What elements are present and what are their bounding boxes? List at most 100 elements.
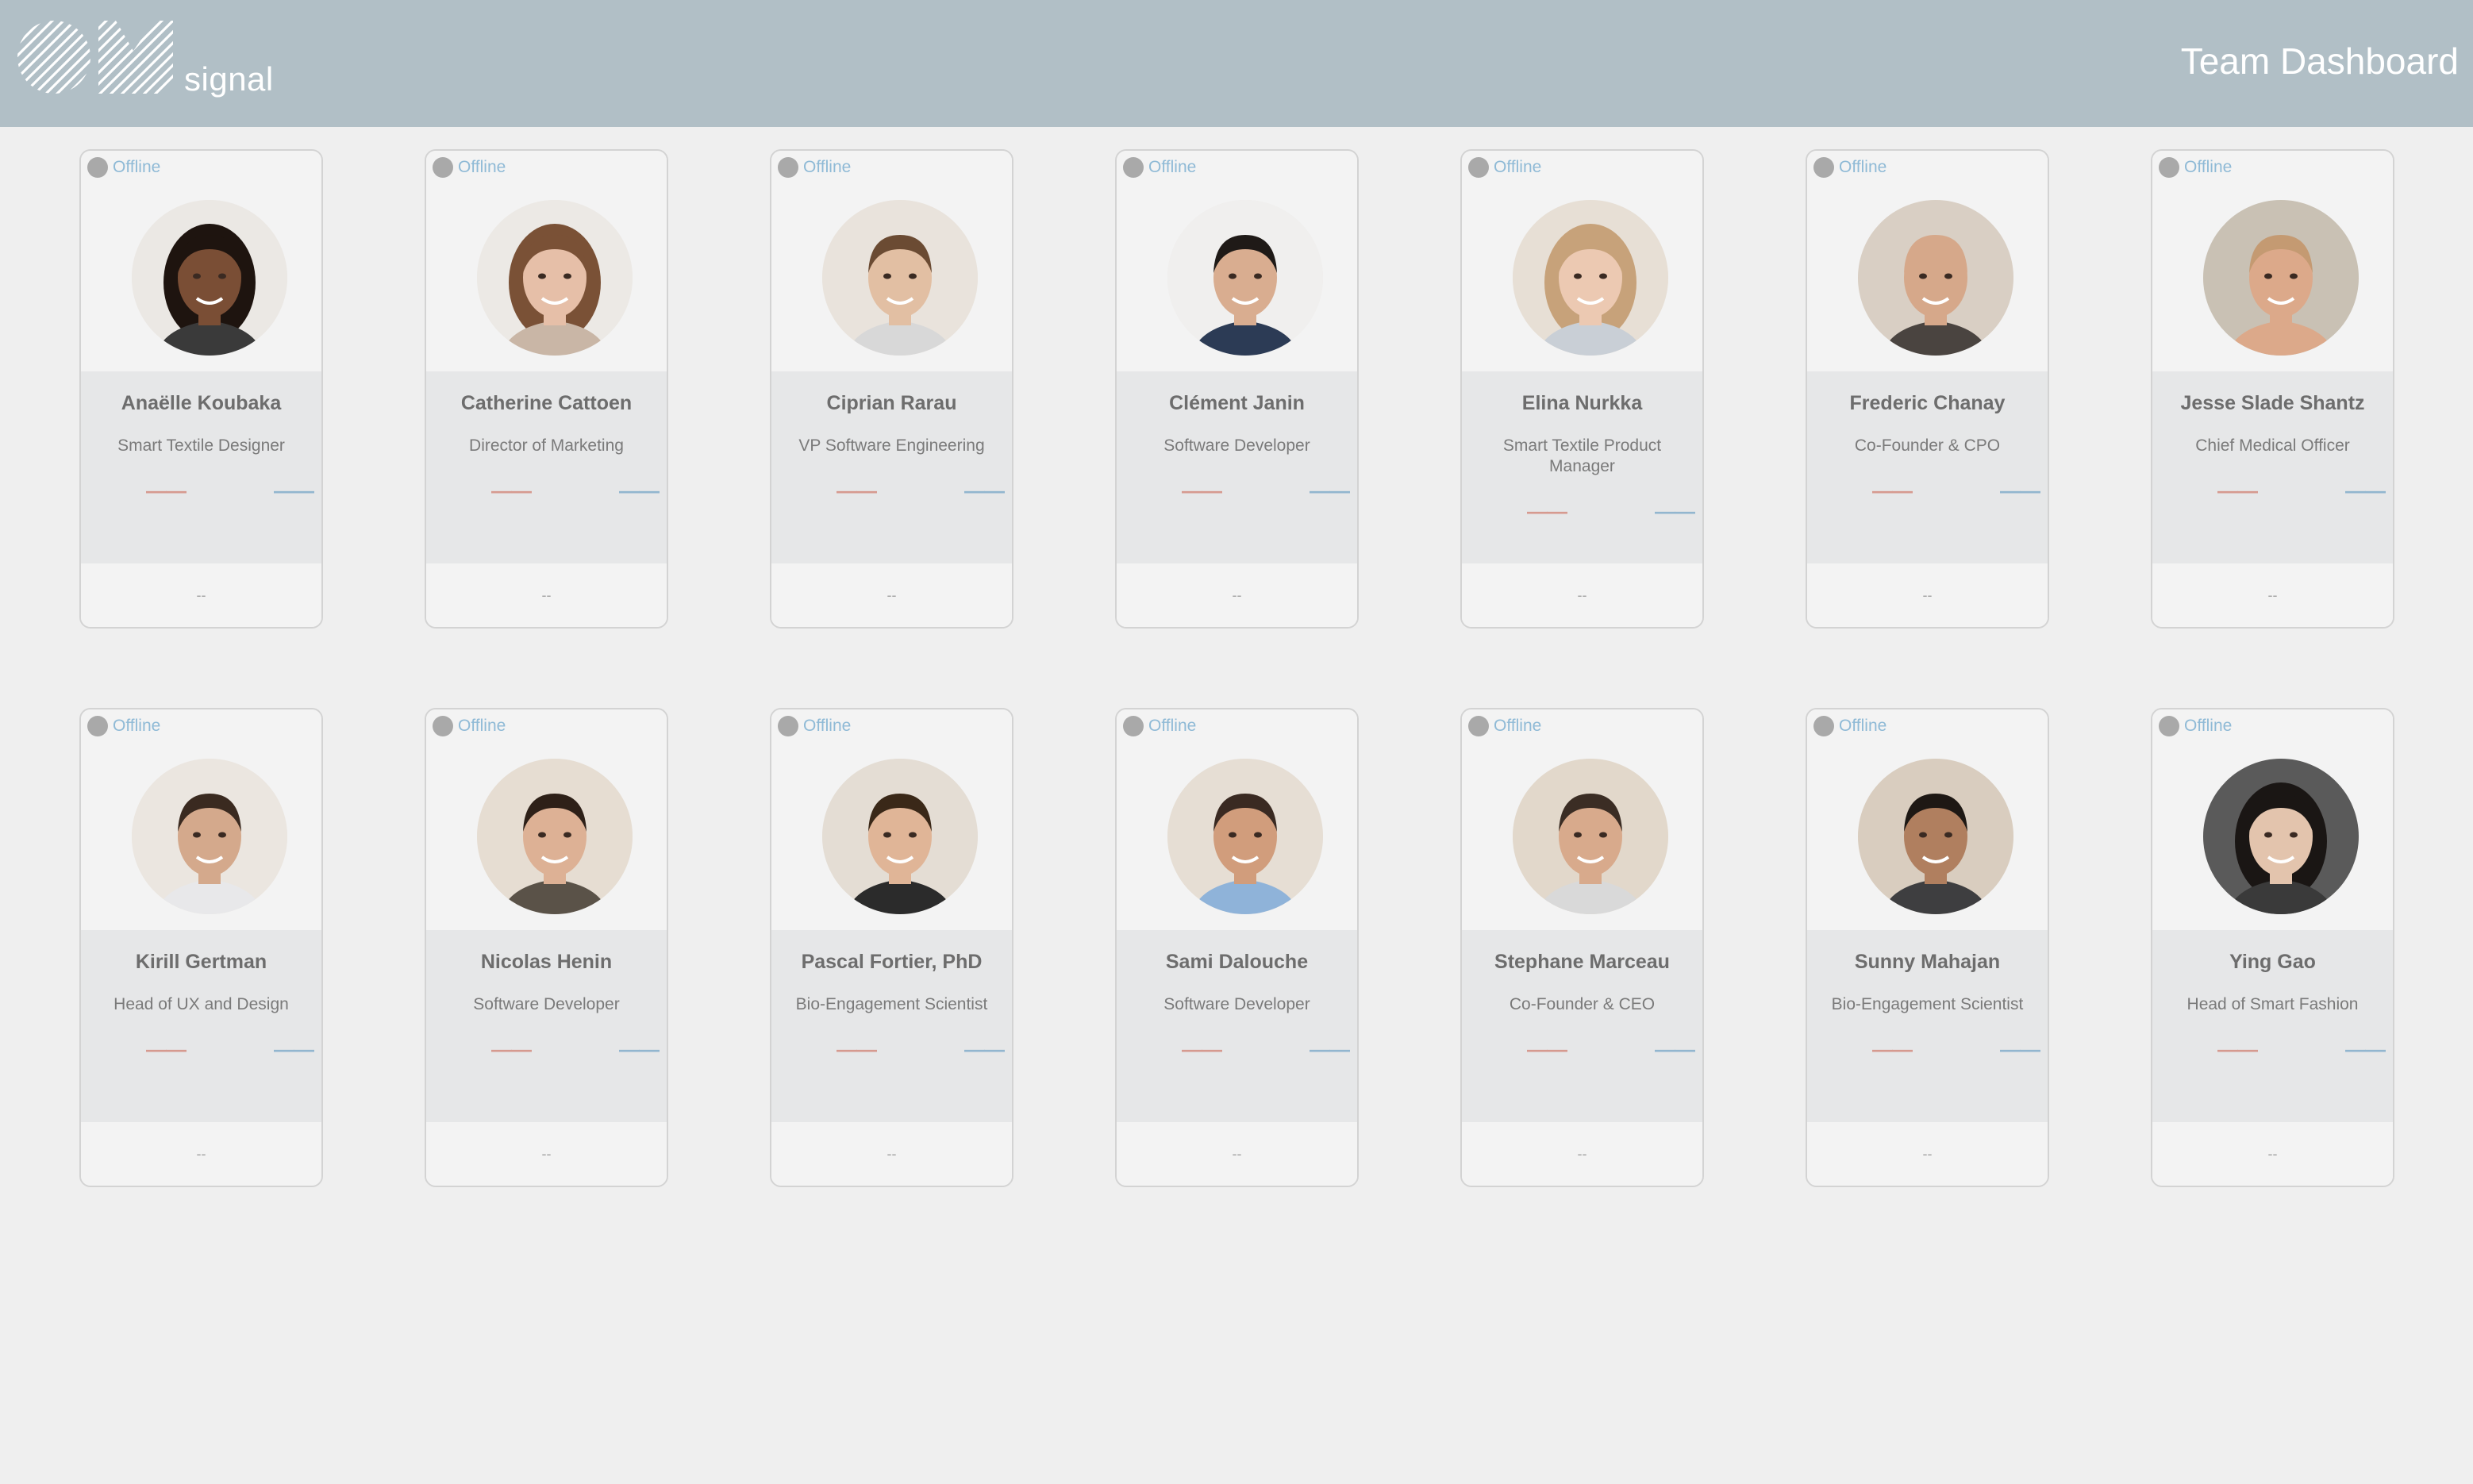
member-card[interactable]: Offline Sunny Mahajan Bio-Engagement Scien… [1806, 708, 2049, 1187]
status-indicator: Offline [2159, 716, 2232, 736]
status-label: Offline [1148, 158, 1197, 176]
avatar-portrait-icon [2203, 759, 2359, 914]
metrics-row: —— —— [1462, 1037, 1702, 1062]
member-card[interactable]: Offline Anaëlle Koubaka Smart Textile Desi… [79, 149, 323, 629]
avatar [822, 759, 978, 914]
member-name: Ying Gao [2229, 951, 2316, 973]
member-card[interactable]: Offline Ying Gao Head of Smart Fashion —— ——… [2151, 708, 2394, 1187]
member-role: Head of Smart Fashion [2186, 995, 2359, 1013]
card-header: Offline [81, 709, 321, 930]
member-card[interactable]: Offline Stephane Marceau Co-Founder & CEO —… [1460, 708, 1704, 1187]
member-card[interactable]: Offline Frederic Chanay Co-Founder & CPO ——… [1806, 149, 2049, 629]
card-footer: -- [2152, 1122, 2393, 1186]
status-indicator: Offline [1123, 716, 1196, 736]
footer-value: -- [196, 586, 206, 603]
footer-value: -- [196, 1145, 206, 1162]
metric-right-value: —— [1655, 499, 1695, 523]
member-role: Software Developer [473, 995, 620, 1013]
card-body: Kirill Gertman Head of UX and Design —— —— [81, 930, 321, 1122]
status-dot-icon [1813, 716, 1834, 736]
member-card[interactable]: Offline Elina Nurkka Smart Textile Product… [1460, 149, 1704, 629]
member-name: Jesse Slade Shantz [2180, 392, 2365, 414]
member-name: Ciprian Rarau [826, 392, 957, 414]
avatar-portrait-icon [2203, 200, 2359, 356]
card-body: Frederic Chanay Co-Founder & CPO —— —— [1807, 371, 2048, 563]
member-name: Clément Janin [1169, 392, 1305, 414]
avatar-portrait-icon [1167, 200, 1323, 356]
status-indicator: Offline [433, 716, 506, 736]
metric-right-value: —— [1655, 1037, 1695, 1061]
card-header: Offline [1462, 151, 1702, 371]
status-indicator: Offline [1813, 716, 1886, 736]
avatar-portrait-icon [822, 759, 978, 914]
status-dot-icon [778, 157, 798, 178]
footer-value: -- [887, 1145, 897, 1162]
metrics-row: —— —— [1807, 479, 2048, 503]
member-card[interactable]: Offline Clément Janin Software Developer ——… [1115, 149, 1359, 629]
team-grid: Offline Anaëlle Koubaka Smart Textile Desi… [79, 149, 2394, 1187]
status-label: Offline [1839, 717, 1887, 735]
metrics-row: —— —— [1462, 499, 1702, 524]
avatar [822, 200, 978, 356]
metric-right-value: —— [2345, 1037, 2386, 1061]
member-card[interactable]: Offline Ciprian Rarau VP Software Engineer… [770, 149, 1013, 629]
member-card[interactable]: Offline Jesse Slade Shantz Chief Medical O… [2151, 149, 2394, 629]
member-role: Software Developer [1163, 995, 1310, 1013]
card-header: Offline [2152, 151, 2393, 371]
avatar-portrait-icon [477, 200, 633, 356]
metric-right-value: —— [1310, 479, 1350, 502]
card-header: Offline [1117, 709, 1357, 930]
card-header: Offline [1117, 151, 1357, 371]
member-card[interactable]: Offline Catherine Cattoen Director of Mark… [425, 149, 668, 629]
status-label: Offline [2184, 717, 2233, 735]
avatar [132, 200, 287, 356]
card-footer: -- [1117, 1122, 1357, 1186]
card-footer: -- [81, 563, 321, 627]
avatar [477, 759, 633, 914]
footer-value: -- [1922, 1145, 1933, 1162]
metric-right-value: —— [619, 479, 660, 502]
card-body: Sunny Mahajan Bio-Engagement Scientist —— —… [1807, 930, 2048, 1122]
metric-right-value: —— [964, 479, 1005, 502]
metric-left-value: —— [146, 1037, 187, 1061]
card-footer: -- [1462, 1122, 1702, 1186]
metrics-row: —— —— [1117, 479, 1357, 503]
status-indicator: Offline [778, 157, 851, 178]
card-footer: -- [1117, 563, 1357, 627]
footer-value: -- [1577, 1145, 1587, 1162]
metric-right-value: —— [274, 1037, 314, 1061]
member-card[interactable]: Offline Kirill Gertman Head of UX and Desi… [79, 708, 323, 1187]
page-title: Team Dashboard [2180, 40, 2459, 82]
status-label: Offline [458, 158, 506, 176]
status-dot-icon [1123, 716, 1144, 736]
card-body: Jesse Slade Shantz Chief Medical Officer —… [2152, 371, 2393, 563]
avatar [1513, 200, 1668, 356]
metrics-row: —— —— [1117, 1037, 1357, 1062]
status-label: Offline [1494, 717, 1542, 735]
member-card[interactable]: Offline Pascal Fortier, PhD Bio-Engagement… [770, 708, 1013, 1187]
status-label: Offline [803, 717, 852, 735]
status-label: Offline [1148, 717, 1197, 735]
metrics-row: —— —— [81, 479, 321, 503]
avatar-portrait-icon [132, 200, 287, 356]
member-role: Director of Marketing [469, 436, 624, 455]
metric-right-value: —— [2000, 1037, 2040, 1061]
status-indicator: Offline [778, 716, 851, 736]
metric-left-value: —— [1872, 1037, 1913, 1061]
status-indicator: Offline [1468, 716, 1541, 736]
card-header: Offline [426, 709, 667, 930]
card-footer: -- [1807, 1122, 2048, 1186]
member-card[interactable]: Offline Sami Dalouche Software Developer ——… [1115, 708, 1359, 1187]
member-card[interactable]: Offline Nicolas Henin Software Developer ——… [425, 708, 668, 1187]
metric-left-value: —— [1527, 499, 1567, 523]
status-indicator: Offline [1468, 157, 1541, 178]
card-header: Offline [1807, 709, 2048, 930]
card-footer: -- [426, 563, 667, 627]
metrics-row: —— —— [1807, 1037, 2048, 1062]
card-header: Offline [1462, 709, 1702, 930]
card-footer: -- [426, 1122, 667, 1186]
status-dot-icon [433, 716, 453, 736]
status-label: Offline [113, 158, 161, 176]
status-indicator: Offline [87, 716, 160, 736]
status-indicator: Offline [2159, 157, 2232, 178]
